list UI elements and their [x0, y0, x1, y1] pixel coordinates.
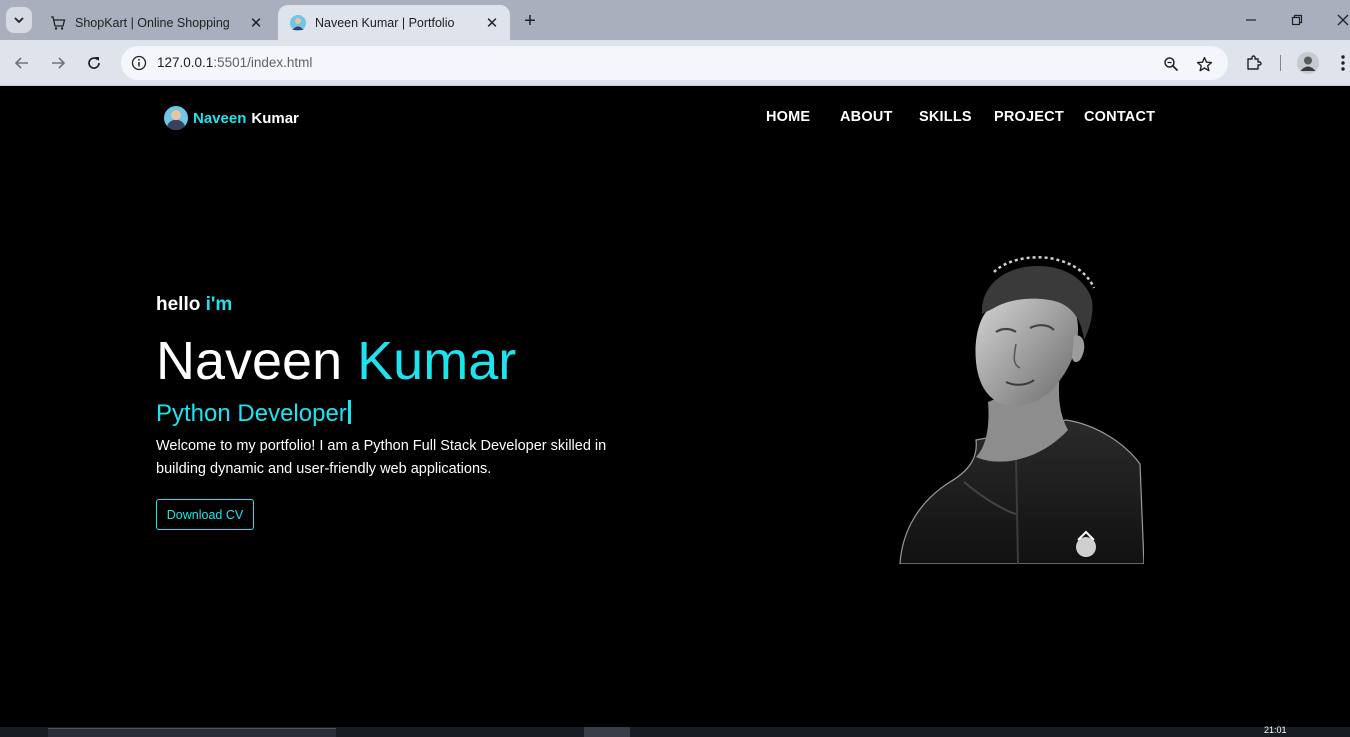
new-tab-button[interactable]: +: [518, 9, 542, 33]
bookmark-star-icon[interactable]: [1194, 54, 1214, 74]
taskbar-active-app[interactable]: [584, 727, 630, 737]
minimize-icon[interactable]: [1239, 8, 1263, 32]
chevron-down-icon: [14, 17, 24, 24]
restore-icon[interactable]: [1285, 8, 1309, 32]
avatar-icon: [164, 106, 188, 130]
menu-dots-icon[interactable]: [1331, 51, 1350, 75]
tab-title: Naveen Kumar | Portfolio: [315, 15, 455, 30]
hero-first-name: Naveen: [156, 331, 343, 391]
nav-contact[interactable]: CONTACT: [1084, 109, 1155, 125]
taskbar-search[interactable]: [48, 728, 336, 737]
nav-skills[interactable]: SKILLS: [919, 109, 972, 125]
forward-icon[interactable]: [46, 51, 70, 75]
download-cv-button[interactable]: Download CV: [156, 499, 254, 530]
taskbar-clock: 21:01: [1264, 725, 1287, 735]
tab-title: ShopKart | Online Shopping: [75, 15, 230, 30]
browser-toolbar: 127.0.0.1:5501/index.html: [0, 40, 1350, 86]
back-icon[interactable]: [10, 51, 34, 75]
close-tab-icon[interactable]: ✕: [484, 15, 500, 32]
greeting-accent: i'm: [205, 294, 233, 315]
tab-portfolio[interactable]: Naveen Kumar | Portfolio ✕: [278, 5, 510, 40]
address-bar[interactable]: 127.0.0.1:5501/index.html: [121, 46, 1228, 80]
portfolio-page: Naveen Kumar HOME ABOUT SKILLS PROJECT C…: [0, 87, 1350, 727]
brand-last-name: Kumar: [251, 109, 299, 127]
close-tab-icon[interactable]: ✕: [248, 15, 264, 32]
hero-last-name: Kumar: [357, 331, 517, 391]
cart-icon: [50, 15, 66, 31]
hero-name: Naveen Kumar: [156, 329, 516, 393]
typing-cursor: [347, 400, 351, 424]
hero-portrait-image: [899, 256, 1144, 564]
url-text: 127.0.0.1:5501/index.html: [157, 55, 312, 70]
zoom-icon[interactable]: [1161, 54, 1181, 74]
greeting-text: hello: [156, 294, 201, 315]
reload-icon[interactable]: [82, 51, 106, 75]
hero-greeting: hello i'm: [156, 294, 232, 316]
nav-about[interactable]: ABOUT: [840, 109, 893, 125]
site-logo[interactable]: Naveen Kumar: [164, 106, 299, 130]
url-host: 127.0.0.1: [157, 55, 214, 70]
hero-description: Welcome to my portfolio! I am a Python F…: [156, 438, 607, 477]
nav-home[interactable]: HOME: [766, 109, 810, 125]
extensions-icon[interactable]: [1242, 51, 1266, 75]
brand-first-name: Naveen: [193, 109, 247, 127]
site-info-icon[interactable]: [129, 53, 149, 73]
toolbar-divider: [1280, 55, 1281, 71]
profile-avatar[interactable]: [1296, 51, 1320, 75]
role-text: Python Developer: [156, 400, 347, 427]
url-path: :5501/index.html: [213, 55, 313, 70]
avatar-icon: [290, 14, 306, 31]
os-taskbar: 21:01: [0, 725, 1350, 737]
nav-project[interactable]: PROJECT: [994, 109, 1064, 125]
close-window-icon[interactable]: [1331, 8, 1350, 32]
tab-strip: ShopKart | Online Shopping ✕ Naveen Kuma…: [0, 0, 1350, 40]
tab-shopkart[interactable]: ShopKart | Online Shopping ✕: [38, 5, 274, 40]
tab-search-button[interactable]: [6, 7, 32, 33]
hero-role: Python Developer: [156, 400, 351, 428]
